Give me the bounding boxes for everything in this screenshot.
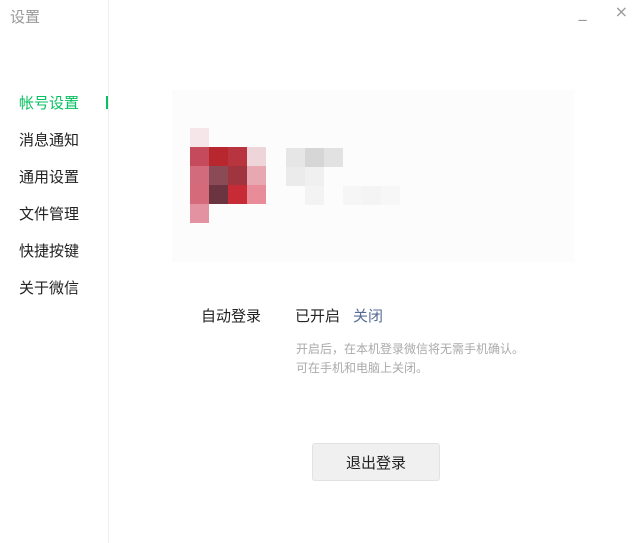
blurred-avatar-icon <box>190 127 270 227</box>
settings-window: 设置 _ × 帐号设置 消息通知 通用设置 文件管理 快捷按键 关于微信 自动登… <box>0 0 640 543</box>
sidebar-nav: 帐号设置 消息通知 通用设置 文件管理 快捷按键 关于微信 <box>19 91 79 313</box>
close-button[interactable]: × <box>615 2 628 22</box>
sidebar-item-general[interactable]: 通用设置 <box>19 165 79 202</box>
auto-login-label: 自动登录 <box>201 307 262 325</box>
sidebar-item-files[interactable]: 文件管理 <box>19 202 79 239</box>
sidebar-item-shortcuts[interactable]: 快捷按键 <box>19 239 79 276</box>
active-tab-indicator <box>106 96 108 109</box>
window-controls: _ × <box>579 2 628 22</box>
minimize-button[interactable]: _ <box>579 2 587 22</box>
sidebar-item-about[interactable]: 关于微信 <box>19 276 79 313</box>
profile-card <box>172 90 574 262</box>
auto-login-status: 已开启 <box>295 307 341 325</box>
sidebar-item-account[interactable]: 帐号设置 <box>19 91 79 128</box>
settings-sidebar: 帐号设置 消息通知 通用设置 文件管理 快捷按键 关于微信 <box>0 0 109 543</box>
sidebar-item-notifications[interactable]: 消息通知 <box>19 128 79 165</box>
auto-login-hint: 开启后，在本机登录微信将无需手机确认。 可在手机和电脑上关闭。 <box>296 340 524 378</box>
auto-login-hint-line1: 开启后，在本机登录微信将无需手机确认。 <box>296 342 525 356</box>
auto-login-hint-line2: 可在手机和电脑上关闭。 <box>296 361 429 375</box>
auto-login-disable-link[interactable]: 关闭 <box>353 305 383 326</box>
blurred-account-name <box>286 148 426 208</box>
logout-button[interactable]: 退出登录 <box>312 443 440 481</box>
